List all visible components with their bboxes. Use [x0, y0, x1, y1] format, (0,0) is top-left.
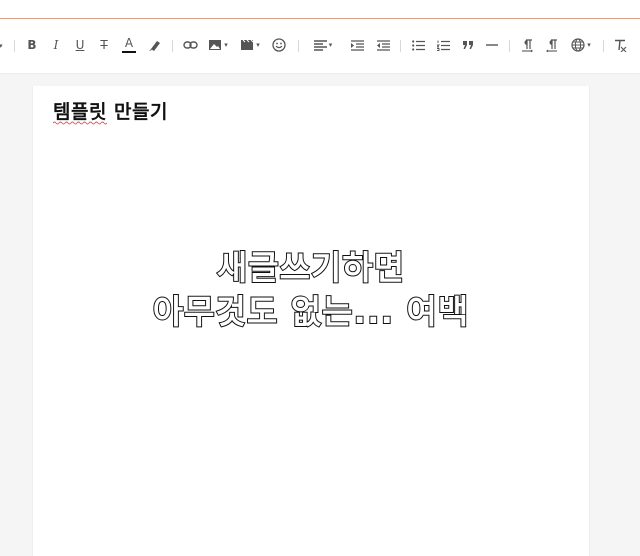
strikethrough-button[interactable]: T [96, 33, 112, 57]
clear-formatting-button[interactable] [611, 33, 629, 57]
numbered-list-icon [436, 40, 450, 51]
strikethrough-label: T [100, 38, 108, 52]
indent-icon [350, 39, 364, 51]
paragraph-rtl-icon [546, 38, 557, 52]
editor-toolbar: ▾ B I U T A ▾ ▾ ▾ ▾ [0, 19, 640, 74]
align-button[interactable]: ▾ [310, 33, 336, 57]
toolbar-separator [603, 40, 604, 52]
insert-video-button[interactable]: ▾ [238, 33, 262, 57]
horizontal-rule-button[interactable] [483, 33, 501, 57]
align-left-icon [313, 39, 327, 51]
font-color-label: A [124, 36, 134, 50]
highlighter-icon [149, 41, 160, 51]
toolbar-separator [298, 40, 299, 52]
toolbar-separator [400, 40, 401, 52]
bulleted-list-button[interactable] [409, 33, 427, 57]
video-icon [241, 39, 254, 50]
ltr-paragraph-button[interactable] [518, 33, 536, 57]
editor-canvas: 템플릿 만들기 새글쓰기하면 아무것도 없는... 여백 [0, 74, 640, 556]
emoji-button[interactable] [270, 33, 288, 57]
chevron-down-icon[interactable]: ▾ [0, 42, 3, 50]
globe-icon [571, 38, 585, 52]
highlight-button[interactable] [146, 33, 164, 57]
quote-icon [462, 40, 473, 49]
font-color-bar [122, 51, 136, 53]
chevron-down-icon: ▾ [328, 41, 333, 49]
smiley-icon [272, 38, 286, 52]
chevron-down-icon: ▾ [224, 41, 228, 49]
clear-format-icon [614, 39, 626, 52]
paragraph-ltr-icon [522, 38, 533, 52]
placeholder-line: 아무것도 없는... 여백 [152, 291, 470, 332]
bold-button[interactable]: B [24, 33, 40, 57]
language-button[interactable]: ▾ [568, 33, 594, 57]
font-color-button[interactable]: A [120, 33, 138, 57]
link-icon [182, 41, 198, 49]
bold-label: B [27, 38, 37, 52]
spellcheck-underline [53, 121, 107, 125]
horizontal-line-icon [486, 44, 498, 46]
outdent-button[interactable] [374, 33, 392, 57]
bullet-list-icon [411, 39, 425, 51]
empty-document-placeholder: 새글쓰기하면 아무것도 없는... 여백 [33, 246, 589, 334]
toolbar-separator [14, 40, 15, 52]
image-icon [209, 40, 222, 50]
numbered-list-button[interactable] [434, 33, 452, 57]
document-title[interactable]: 템플릿 만들기 [53, 97, 168, 124]
italic-button[interactable]: I [48, 33, 64, 57]
toolbar-separator [509, 40, 510, 52]
underline-button[interactable]: U [72, 33, 88, 57]
indent-button[interactable] [348, 33, 366, 57]
document-page[interactable]: 템플릿 만들기 새글쓰기하면 아무것도 없는... 여백 [32, 86, 590, 556]
link-button[interactable] [181, 33, 199, 57]
chevron-down-icon: ▾ [587, 41, 591, 49]
insert-image-button[interactable]: ▾ [206, 33, 230, 57]
outdent-icon [376, 39, 390, 51]
chevron-down-icon: ▾ [256, 41, 260, 49]
italic-label: I [53, 38, 59, 52]
toolbar-separator [172, 40, 173, 52]
window-top-edge [0, 0, 640, 19]
rtl-paragraph-button[interactable] [543, 33, 561, 57]
underline-label: U [75, 38, 85, 52]
placeholder-line: 새글쓰기하면 [216, 247, 406, 288]
blockquote-button[interactable] [459, 33, 477, 57]
